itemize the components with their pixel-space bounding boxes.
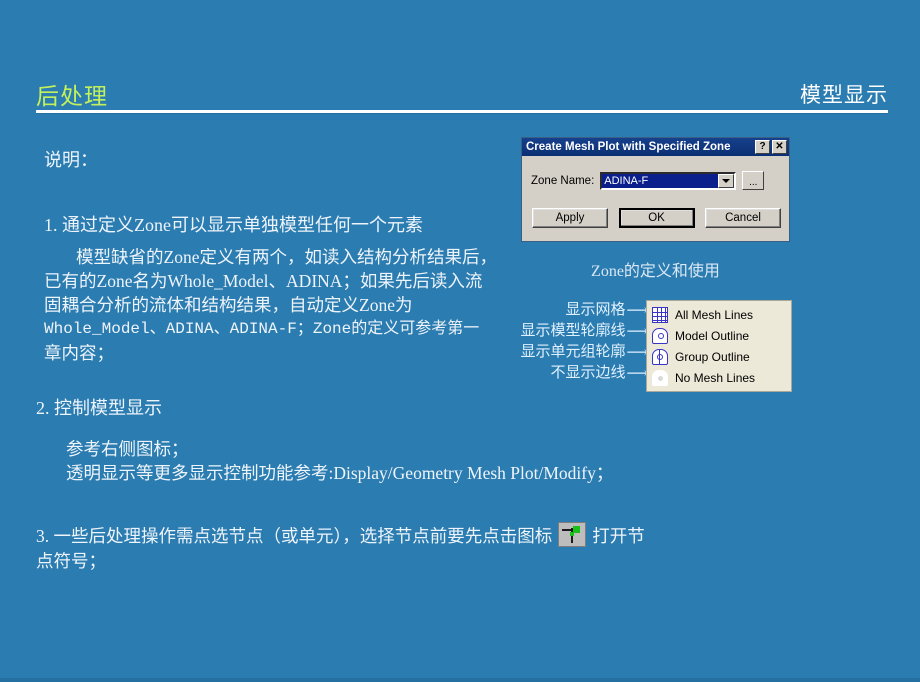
zone-name-combobox[interactable]: ADINA-F	[600, 171, 737, 190]
menu-item-label: All Mesh Lines	[675, 307, 754, 322]
mesh-menu-annotations: 显示网格 ⟶ 显示模型轮廓线 ⟶ 显示单元组轮廓 ⟶ 不显示边线 ⟶	[450, 300, 647, 384]
zone-name-label: Zone Name:	[531, 174, 595, 187]
menu-item-label: No Mesh Lines	[675, 370, 756, 385]
bullet-3-line-1: 3. 一些后处理操作需点选节点（或单元），选择节点前要先点击图标 打开节	[36, 522, 716, 548]
bullet-1-title: 1. 通过定义Zone可以显示单独模型任何一个元素	[44, 215, 423, 235]
no-mesh-icon	[652, 369, 668, 386]
annotation-label: 显示网格	[565, 302, 626, 318]
dialog-caption: Zone的定义和使用	[591, 263, 720, 280]
group-outline-icon	[652, 348, 668, 365]
bullet-2-sub-1: 参考右侧图标；	[66, 439, 189, 459]
zone-name-field-row: Zone Name: ADINA-F ...	[531, 171, 765, 190]
arrow-icon: ⟶	[626, 324, 647, 340]
apply-button[interactable]: Apply	[532, 208, 608, 228]
bullet-1-paragraph: 模型缺省的Zone定义有两个，如读入结构分析结果后， 已有的Zone名为Whol…	[44, 245, 514, 365]
zone-name-value[interactable]: ADINA-F	[602, 173, 719, 188]
close-icon[interactable]: ✕	[772, 140, 787, 154]
header-divider	[36, 110, 888, 113]
paragraph-line: Whole_Model、ADINA、ADINA-F；Zone的定义可参考第一	[44, 320, 480, 338]
annotation-group-outline: 显示单元组轮廓 ⟶	[450, 342, 647, 363]
arrow-icon: ⟶	[626, 303, 647, 319]
browse-button[interactable]: ...	[742, 171, 765, 190]
menu-item-label: Model Outline	[675, 328, 750, 343]
menu-item-label: Group Outline	[675, 349, 750, 364]
dialog-title: Create Mesh Plot with Specified Zone	[526, 141, 731, 153]
bullet-3-text-suffix: 打开节	[592, 526, 645, 546]
annotation-label: 不显示边线	[550, 365, 626, 381]
model-outline-icon	[652, 327, 668, 344]
arrow-icon: ⟶	[626, 366, 647, 382]
node-symbol-icon	[558, 522, 587, 547]
bullet-2-title: 2. 控制模型显示	[36, 398, 162, 418]
cancel-button[interactable]: Cancel	[705, 208, 781, 228]
paragraph-line: 章内容；	[44, 343, 114, 363]
annotation-label: 显示模型轮廓线	[520, 323, 626, 339]
ok-button[interactable]: OK	[618, 208, 695, 228]
bottom-band	[0, 678, 920, 682]
menu-item-no-mesh-lines[interactable]: No Mesh Lines	[647, 367, 791, 388]
bullet-2-sub-2: 透明显示等更多显示控制功能参考:Display/Geometry Mesh Pl…	[66, 463, 614, 483]
page-subtitle: 模型显示	[800, 83, 888, 107]
menu-item-group-outline[interactable]: Group Outline	[647, 346, 791, 367]
paragraph-line: 模型缺省的Zone定义有两个，如读入结构分析结果后，	[76, 247, 497, 267]
dialog-body: Zone Name: ADINA-F ... Apply OK Cancel	[522, 156, 789, 243]
dialog-titlebar: Create Mesh Plot with Specified Zone ? ✕	[522, 138, 789, 156]
chevron-down-icon[interactable]	[718, 173, 735, 188]
menu-item-all-mesh-lines[interactable]: All Mesh Lines	[647, 304, 791, 325]
help-button[interactable]: ?	[755, 140, 770, 154]
mesh-lines-menu[interactable]: All Mesh Lines Model Outline Group Outli…	[646, 300, 792, 392]
lead-label: 说明：	[44, 150, 98, 170]
annotation-all-mesh-lines: 显示网格 ⟶	[450, 300, 647, 321]
arrow-icon: ⟶	[626, 345, 647, 361]
grid-icon	[652, 306, 668, 323]
bullet-3-text-prefix: 3. 一些后处理操作需点选节点（或单元），选择节点前要先点击图标	[36, 526, 553, 546]
create-mesh-plot-dialog[interactable]: Create Mesh Plot with Specified Zone ? ✕…	[521, 137, 790, 242]
bullet-3-line-2: 点符号；	[36, 551, 106, 571]
bullet-3: 3. 一些后处理操作需点选节点（或单元），选择节点前要先点击图标 打开节 点符号；	[36, 522, 716, 574]
annotation-label: 显示单元组轮廓	[520, 344, 626, 360]
page-title: 后处理	[36, 84, 108, 109]
slide-canvas: 后处理 模型显示 说明： 1. 通过定义Zone可以显示单独模型任何一个元素 模…	[0, 0, 920, 682]
dialog-button-row: Apply OK Cancel	[532, 208, 781, 228]
annotation-no-mesh-lines: 不显示边线 ⟶	[450, 363, 647, 384]
paragraph-line: 已有的Zone名为Whole_Model、ADINA；如果先后读入流	[44, 271, 483, 291]
paragraph-line: 固耦合分析的流体和结构结果，自动定义Zone为	[44, 295, 413, 315]
menu-item-model-outline[interactable]: Model Outline	[647, 325, 791, 346]
annotation-model-outline: 显示模型轮廓线 ⟶	[450, 321, 647, 342]
